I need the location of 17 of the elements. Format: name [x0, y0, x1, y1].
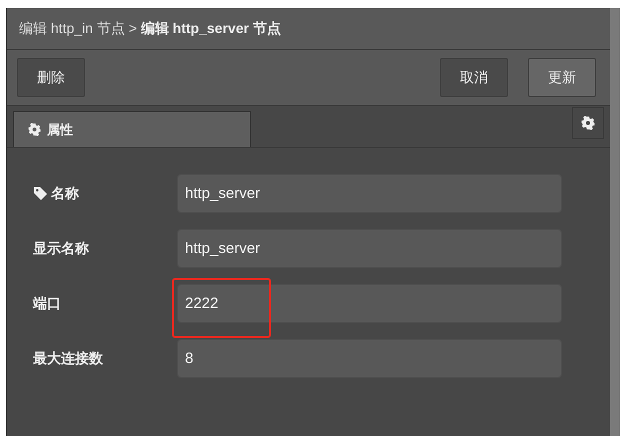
- input-field[interactable]: http_server: [177, 174, 562, 213]
- settings-button[interactable]: [572, 107, 604, 139]
- field-label: 最大连接数: [33, 350, 103, 368]
- tab-label: 属性: [47, 120, 73, 138]
- toolbar-button[interactable]: 取消: [440, 58, 508, 97]
- field-label: 名称: [51, 184, 79, 202]
- gear-icon: [28, 123, 41, 136]
- field-label: 显示名称: [33, 240, 89, 258]
- input-field[interactable]: 2222: [177, 284, 562, 323]
- toolbar-button[interactable]: 删除: [17, 58, 85, 97]
- field-label: 端口: [33, 294, 61, 312]
- input-field[interactable]: 8: [177, 339, 562, 378]
- tab[interactable]: 属性: [13, 111, 251, 147]
- primary-button[interactable]: 更新: [528, 58, 596, 97]
- breadcrumb: 编辑 http_in 节点 > 编辑 http_server 节点: [19, 20, 281, 38]
- input-field[interactable]: http_server: [177, 229, 562, 268]
- settings-icon: [581, 116, 595, 130]
